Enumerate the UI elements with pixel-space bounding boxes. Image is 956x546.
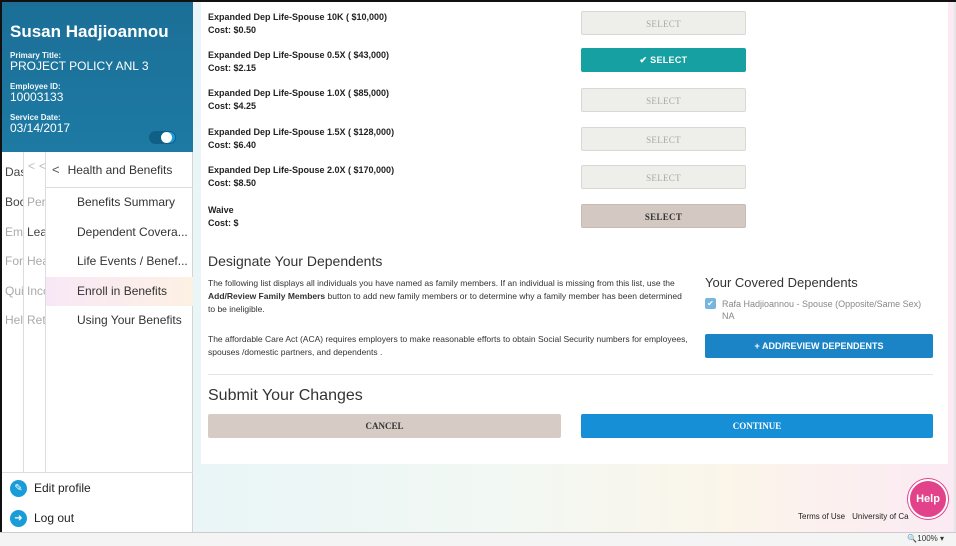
- nav-item-5[interactable]: Hel: [2, 306, 23, 336]
- nav-using-your-benefits[interactable]: Using Your Benefits: [46, 306, 193, 336]
- option-cost: Cost: $6.40: [208, 140, 257, 150]
- option-spouse-20x: Expanded Dep Life-Spouse 2.0X ( $170,000…: [208, 165, 568, 189]
- option-name: Expanded Dep Life-Spouse 2.0X ( $170,000…: [208, 165, 395, 175]
- option-cost: Cost: $4.25: [208, 101, 257, 111]
- nav-item-1[interactable]: Boc: [2, 188, 23, 218]
- employee-id-value: 10003133: [10, 90, 64, 104]
- nav-item-4[interactable]: Qui: [2, 277, 23, 307]
- nav-enroll-in-benefits[interactable]: Enroll in Benefits: [46, 276, 193, 306]
- nav-column-2: Per Lea Hea Inco Ret: [24, 152, 46, 472]
- select-button-spouse-10x[interactable]: SELECT: [581, 88, 746, 112]
- select-button-spouse-20x[interactable]: SELECT: [581, 165, 746, 189]
- option-spouse-05x: Expanded Dep Life-Spouse 0.5X ( $43,000)…: [208, 50, 568, 74]
- back-chevron-icon-2[interactable]: <: [39, 159, 46, 173]
- nav-item-personal[interactable]: Per: [24, 188, 45, 218]
- option-cost: Cost: $0.50: [208, 25, 257, 35]
- nav-dependent-coverage[interactable]: Dependent Covera...: [46, 218, 193, 248]
- nav-item-retirement[interactable]: Ret: [24, 306, 45, 336]
- option-waive: Waive Cost: $: [208, 205, 568, 229]
- nav-item-income[interactable]: Inco: [24, 277, 45, 307]
- dependents-text-a: The following list displays all individu…: [208, 278, 675, 288]
- help-button[interactable]: Help: [908, 479, 948, 519]
- option-spouse-10x: Expanded Dep Life-Spouse 1.0X ( $85,000)…: [208, 88, 568, 112]
- nav-item-dashboard[interactable]: Das: [2, 158, 23, 188]
- nav-section-header[interactable]: < Health and Benefits: [46, 152, 193, 188]
- option-spouse-10k: Expanded Dep Life-Spouse 10K ( $10,000) …: [208, 12, 568, 36]
- divider: [208, 374, 933, 375]
- nav-life-events[interactable]: Life Events / Benef...: [46, 247, 193, 277]
- select-button-spouse-15x[interactable]: SELECT: [581, 127, 746, 151]
- log-out-label: Log out: [34, 511, 75, 525]
- cancel-button[interactable]: CANCEL: [208, 414, 561, 438]
- edit-profile-label: Edit profile: [34, 481, 91, 495]
- checkbox-checked-icon[interactable]: ✔: [705, 298, 716, 309]
- option-name: Expanded Dep Life-Spouse 0.5X ( $43,000): [208, 50, 390, 60]
- nav-column-3: < Health and Benefits Benefits Summary De…: [46, 152, 193, 472]
- select-button-waive[interactable]: SELECT: [581, 204, 746, 228]
- submit-changes-title: Submit Your Changes: [208, 387, 363, 404]
- nav-item-leave[interactable]: Lea: [24, 218, 45, 248]
- aca-notice: The affordable Care Act (ACA) requires e…: [208, 334, 688, 357]
- nav-item-2[interactable]: Emp: [2, 218, 23, 248]
- continue-button[interactable]: CONTINUE: [581, 414, 933, 438]
- sidebar-toggle[interactable]: [149, 131, 176, 144]
- nav-section-title: Health and Benefits: [67, 163, 173, 177]
- dependents-description: The following list displays all individu…: [208, 277, 688, 316]
- covered-dependent-name: Rafa Hadjioannou - Spouse (Opposite/Same…: [722, 299, 922, 309]
- nav-item-3[interactable]: For: [2, 247, 23, 277]
- select-button-spouse-10k[interactable]: SELECT: [581, 11, 746, 35]
- designate-dependents-title: Designate Your Dependents: [208, 253, 383, 269]
- option-name: Expanded Dep Life-Spouse 10K ( $10,000): [208, 12, 388, 22]
- option-name: Waive: [208, 205, 234, 215]
- university-link[interactable]: University of Ca: [852, 512, 908, 521]
- nav-item-health[interactable]: Hea: [24, 247, 45, 277]
- main-content: Expanded Dep Life-Spouse 10K ( $10,000) …: [193, 2, 956, 532]
- covered-dependents-title: Your Covered Dependents: [705, 275, 858, 290]
- employee-id-label: Employee ID:: [10, 82, 61, 91]
- option-cost: Cost: $8.50: [208, 178, 257, 188]
- footer-links: Terms of Use University of Ca: [798, 512, 916, 521]
- sidebar: Susan Hadjioannou Primary Title: PROJECT…: [2, 2, 193, 532]
- service-date-label: Service Date:: [10, 113, 61, 122]
- enrollment-panel: Expanded Dep Life-Spouse 10K ( $10,000) …: [201, 2, 948, 464]
- employee-name: Susan Hadjioannou: [10, 22, 169, 41]
- select-button-spouse-05x-selected[interactable]: ✔ SELECT: [581, 48, 746, 72]
- nav-benefits-summary[interactable]: Benefits Summary: [46, 188, 193, 218]
- browser-status-bar: 🔍100% ▾: [0, 532, 956, 546]
- option-name: Expanded Dep Life-Spouse 1.5X ( $128,000…: [208, 127, 395, 137]
- option-spouse-15x: Expanded Dep Life-Spouse 1.5X ( $128,000…: [208, 127, 568, 151]
- terms-of-use-link[interactable]: Terms of Use: [798, 512, 845, 521]
- option-cost: Cost: $: [208, 218, 239, 228]
- add-review-dependents-button[interactable]: + ADD/REVIEW DEPENDENTS: [705, 334, 933, 358]
- chevron-left-icon[interactable]: <: [52, 162, 60, 177]
- covered-dependent-sub: NA: [722, 311, 735, 321]
- pencil-icon: ✎: [10, 479, 27, 497]
- employee-card: Susan Hadjioannou Primary Title: PROJECT…: [2, 2, 193, 152]
- primary-title-value: PROJECT POLICY ANL 3: [10, 59, 149, 73]
- sidebar-footer: ✎ Edit profile ➜ Log out: [2, 472, 193, 532]
- logout-icon: ➜: [10, 509, 27, 527]
- zoom-level[interactable]: 🔍100% ▾: [905, 534, 944, 543]
- option-cost: Cost: $2.15: [208, 63, 257, 73]
- toggle-knob: [161, 132, 172, 143]
- covered-dependent-text: Rafa Hadjioannou - Spouse (Opposite/Same…: [722, 298, 921, 322]
- nav-column-1: Das Boc Emp For Qui Hel: [2, 152, 24, 472]
- primary-title-label: Primary Title:: [10, 51, 61, 60]
- option-name: Expanded Dep Life-Spouse 1.0X ( $85,000): [208, 88, 390, 98]
- back-chevron-icon[interactable]: <: [28, 159, 35, 173]
- edit-profile-link[interactable]: ✎ Edit profile: [2, 473, 193, 503]
- log-out-link[interactable]: ➜ Log out: [2, 503, 193, 533]
- dependents-text-bold: Add/Review Family Members: [208, 291, 326, 301]
- covered-dependent-row[interactable]: ✔ Rafa Hadjioannou - Spouse (Opposite/Sa…: [705, 298, 935, 322]
